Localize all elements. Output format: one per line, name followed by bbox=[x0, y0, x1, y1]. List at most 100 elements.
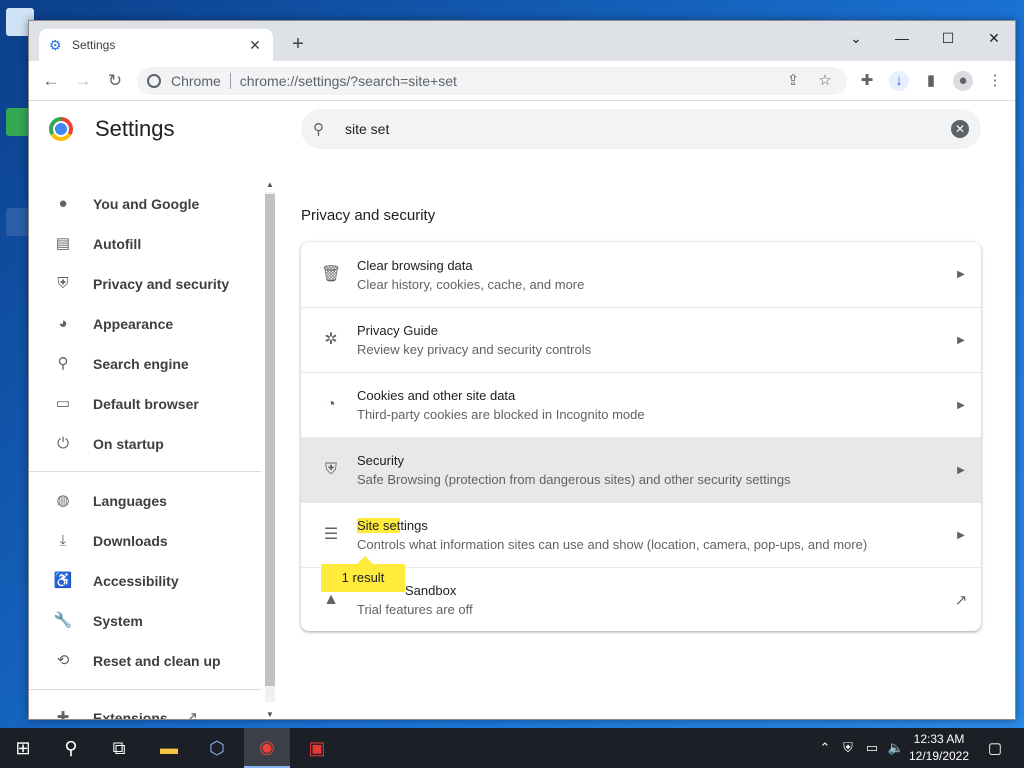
search-icon[interactable]: ⚲ bbox=[48, 728, 94, 768]
flask-icon: ▲ bbox=[323, 591, 339, 608]
download-icon: ⤓ bbox=[59, 532, 67, 549]
sidebar-item-privacy-and-security[interactable]: ⛨ Privacy and security bbox=[29, 264, 277, 304]
row-security[interactable]: ⛨ Security Safe Browsing (protection from… bbox=[301, 437, 981, 502]
sidebar-item-search-engine[interactable]: ⚲ Search engine bbox=[29, 344, 277, 384]
settings-header: Settings bbox=[49, 116, 175, 142]
row-subtitle: Review key privacy and security controls bbox=[357, 342, 592, 357]
sidebar-item-on-startup[interactable]: ⏻ On startup bbox=[29, 424, 277, 464]
row-clear-browsing-data[interactable]: 🗑 Clear browsing data Clear history, cook… bbox=[301, 242, 981, 307]
row-title: Security bbox=[357, 453, 404, 468]
sidebar: ● You and Google ▤ Autofill ⛨ Privacy and s… bbox=[29, 174, 277, 720]
wrench-icon: 🔧 bbox=[53, 612, 73, 629]
menu-kebab-icon[interactable]: ⋮ bbox=[985, 71, 1005, 91]
profile-avatar-icon[interactable]: ● bbox=[953, 71, 973, 91]
section-title: Privacy and security bbox=[301, 207, 436, 224]
scroll-up-arrow-icon[interactable]: ▲ bbox=[266, 180, 274, 189]
back-button[interactable]: ← bbox=[39, 69, 63, 93]
network-icon[interactable]: ▭ bbox=[860, 740, 884, 756]
file-explorer-icon[interactable]: ▬ bbox=[146, 728, 192, 768]
row-title: Sandbox bbox=[405, 583, 457, 598]
settings-search[interactable]: ⚲ ✕ bbox=[301, 109, 981, 149]
sidebar-item-label: Downloads bbox=[93, 533, 168, 549]
row-site-settings[interactable]: ☰ Site settings Controls what information… bbox=[301, 502, 981, 567]
close-window-button[interactable]: ✕ bbox=[979, 27, 1009, 49]
search-input[interactable] bbox=[345, 121, 951, 137]
url-text[interactable]: chrome://settings/?search=site+set bbox=[240, 73, 457, 89]
omnibox-chip: Chrome bbox=[171, 73, 221, 89]
share-icon[interactable]: ⇪ bbox=[783, 71, 803, 91]
chevron-right-icon: ▶ bbox=[957, 464, 965, 476]
chrome-site-icon[interactable] bbox=[147, 74, 161, 88]
maximize-button[interactable]: ☐ bbox=[933, 27, 963, 49]
accessibility-icon: ♿ bbox=[53, 572, 73, 589]
gear-icon: ⚙ bbox=[49, 37, 62, 53]
shield-icon: ⛨ bbox=[324, 461, 337, 478]
sidebar-item-label: Reset and clean up bbox=[93, 653, 221, 669]
minimize-button[interactable]: — bbox=[887, 27, 917, 49]
start-button[interactable]: ⊞ bbox=[0, 728, 46, 768]
sidebar-item-reset-and-clean-up[interactable]: ⟲ Reset and clean up bbox=[29, 641, 277, 681]
sidebar-item-autofill[interactable]: ▤ Autofill bbox=[29, 224, 277, 264]
volume-muted-icon[interactable]: 🔈 bbox=[884, 740, 908, 756]
psiphon-icon[interactable]: ▣ bbox=[294, 728, 340, 768]
tray-icons: ⌃ ⛨ ▭ 🔈 bbox=[814, 728, 908, 768]
sidebar-divider bbox=[29, 689, 261, 690]
sidebar-item-extensions[interactable]: ✚ Extensions ↗ bbox=[29, 698, 277, 720]
sidebar-item-appearance[interactable]: ◕ Appearance bbox=[29, 304, 277, 344]
external-link-icon[interactable]: ↗ bbox=[941, 591, 981, 609]
chrome-taskbar-icon[interactable]: ◉ bbox=[244, 728, 290, 768]
download-icon[interactable]: ↓ bbox=[889, 71, 909, 91]
clock[interactable]: 12:33 AM 12/19/2022 bbox=[906, 731, 972, 765]
tab-title: Settings bbox=[72, 38, 116, 52]
sidebar-item-label: You and Google bbox=[93, 196, 200, 212]
power-icon: ⏻ bbox=[57, 435, 69, 452]
task-view-icon[interactable]: ⧉ bbox=[96, 728, 142, 768]
tab-search-button[interactable]: ⌄ bbox=[841, 27, 871, 49]
sidebar-item-label: Default browser bbox=[93, 396, 199, 412]
sidebar-item-label: System bbox=[93, 613, 143, 629]
bookmark-star-icon[interactable]: ☆ bbox=[815, 71, 835, 91]
virtualbox-icon[interactable]: ⬡ bbox=[194, 728, 240, 768]
address-bar[interactable]: Chrome chrome://settings/?search=site+se… bbox=[137, 67, 847, 95]
sidebar-item-languages[interactable]: ◍ Languages bbox=[29, 481, 277, 521]
page-title: Settings bbox=[95, 116, 175, 141]
sidebar-item-label: Appearance bbox=[93, 316, 174, 332]
extensions-puzzle-icon[interactable]: ✚ bbox=[857, 71, 877, 91]
sidebar-item-downloads[interactable]: ⤓ Downloads bbox=[29, 521, 277, 561]
sidebar-item-accessibility[interactable]: ♿ Accessibility bbox=[29, 561, 277, 601]
external-link-icon: ↗ bbox=[185, 709, 198, 720]
palette-icon: ◕ bbox=[58, 315, 68, 332]
puzzle-icon: ✚ bbox=[56, 709, 70, 720]
chevron-up-icon[interactable]: ⌃ bbox=[814, 740, 836, 756]
clear-search-icon[interactable]: ✕ bbox=[951, 120, 969, 138]
sidebar-item-you-and-google[interactable]: ● You and Google bbox=[29, 184, 277, 224]
forward-button[interactable]: → bbox=[71, 69, 95, 93]
tab-settings[interactable]: ⚙ Settings ✕ bbox=[39, 29, 273, 61]
sidebar-item-system[interactable]: 🔧 System bbox=[29, 601, 277, 641]
new-tab-button[interactable]: + bbox=[287, 33, 309, 55]
sidebar-scrollbar[interactable]: ▲ ▼ bbox=[263, 180, 277, 719]
chrome-window: ⚙ Settings ✕ + ⌄ — ☐ ✕ ← → ↻ Chrome chro… bbox=[28, 20, 1016, 720]
compass-icon: ✲ bbox=[324, 331, 338, 348]
reload-button[interactable]: ↻ bbox=[103, 69, 127, 93]
scroll-down-arrow-icon[interactable]: ▼ bbox=[266, 710, 274, 719]
chrome-logo-icon bbox=[49, 117, 73, 141]
row-subtitle: Safe Browsing (protection from dangerous… bbox=[357, 472, 791, 487]
sidebar-item-default-browser[interactable]: ▭ Default browser bbox=[29, 384, 277, 424]
row-title: Clear browsing data bbox=[357, 257, 473, 273]
trash-icon: 🗑 bbox=[321, 265, 342, 283]
security-tray-icon[interactable]: ⛨ bbox=[836, 740, 860, 756]
row-cookies[interactable]: ◔ Cookies and other site data Third-party… bbox=[301, 372, 981, 437]
close-tab-icon[interactable]: ✕ bbox=[247, 37, 263, 54]
person-icon: ● bbox=[58, 195, 68, 212]
scrollbar-thumb[interactable] bbox=[265, 194, 275, 686]
row-privacy-guide[interactable]: ✲ Privacy Guide Review key privacy and se… bbox=[301, 307, 981, 372]
side-panel-icon[interactable]: ▮ bbox=[921, 71, 941, 91]
browser-icon: ▭ bbox=[55, 395, 71, 412]
notifications-icon[interactable]: ▢ bbox=[972, 728, 1018, 768]
row-subtitle: Trial features are off bbox=[357, 602, 473, 617]
row-subtitle: Third-party cookies are blocked in Incog… bbox=[357, 407, 645, 422]
search-icon: ⚲ bbox=[313, 121, 324, 138]
sidebar-divider bbox=[29, 471, 261, 472]
search-result-bubble: 1 result bbox=[321, 556, 405, 592]
